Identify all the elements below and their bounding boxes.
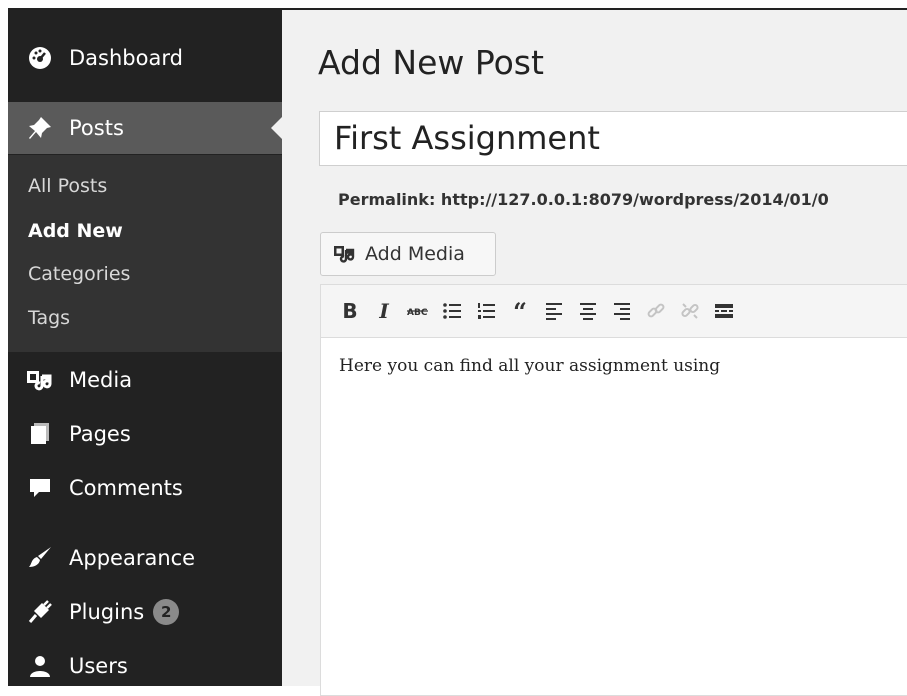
menu-comments-label: Comments <box>69 476 183 500</box>
menu-appearance[interactable]: Appearance <box>8 532 282 584</box>
submenu-add-new[interactable]: Add New <box>28 220 123 242</box>
submenu-all-posts[interactable]: All Posts <box>28 175 107 197</box>
add-media-label: Add Media <box>365 243 465 265</box>
align-center-icon[interactable] <box>571 294 605 328</box>
bold-icon[interactable]: B <box>333 294 367 328</box>
link-icon[interactable] <box>639 294 673 328</box>
blockquote-icon[interactable]: “ <box>503 294 537 328</box>
permalink-label: Permalink: <box>338 190 436 209</box>
editor-text: Here you can find all your assignment us… <box>339 356 721 376</box>
menu-dashboard[interactable]: Dashboard <box>8 32 282 84</box>
menu-posts[interactable]: Posts <box>8 102 283 154</box>
permalink-row: Permalink: http://127.0.0.1:8079/wordpre… <box>338 190 829 209</box>
italic-icon[interactable]: I <box>367 294 401 328</box>
media-icon <box>25 365 55 395</box>
numbered-list-icon[interactable] <box>469 294 503 328</box>
menu-plugins-label: Plugins <box>69 600 145 624</box>
menu-users[interactable]: Users <box>8 640 282 692</box>
menu-dashboard-label: Dashboard <box>69 46 183 70</box>
user-icon <box>25 651 55 681</box>
post-title-input[interactable]: First Assignment <box>319 111 907 166</box>
unlink-icon[interactable] <box>673 294 707 328</box>
read-more-icon[interactable] <box>707 294 741 328</box>
menu-posts-label: Posts <box>69 116 124 140</box>
main-content: Add New Post First Assignment Permalink:… <box>282 10 907 696</box>
align-right-icon[interactable] <box>605 294 639 328</box>
plugins-update-badge: 2 <box>153 599 180 625</box>
strikethrough-icon[interactable]: ABC <box>401 294 435 328</box>
add-media-button[interactable]: Add Media <box>320 232 496 276</box>
pages-icon <box>25 419 55 449</box>
pushpin-icon <box>25 113 55 143</box>
editor-content-area[interactable]: Here you can find all your assignment us… <box>320 338 907 696</box>
permalink-url[interactable]: http://127.0.0.1:8079/wordpress/2014/01/… <box>441 190 829 209</box>
page-title: Add New Post <box>318 43 544 82</box>
editor-toolbar: B I ABC “ <box>320 284 907 338</box>
paintbrush-icon <box>25 543 55 573</box>
menu-pages[interactable]: Pages <box>8 408 282 460</box>
menu-media-label: Media <box>69 368 133 392</box>
submenu-categories[interactable]: Categories <box>28 263 130 285</box>
admin-sidebar: Dashboard Posts All Posts Add New Catego… <box>8 8 283 686</box>
menu-media[interactable]: Media <box>8 354 282 406</box>
menu-comments[interactable]: Comments <box>8 462 282 514</box>
menu-appearance-label: Appearance <box>69 546 196 570</box>
dashboard-icon <box>25 43 55 73</box>
comment-bubble-icon <box>25 473 55 503</box>
submenu-tags[interactable]: Tags <box>28 307 70 329</box>
svg-text:ABC: ABC <box>407 308 428 317</box>
menu-plugins[interactable]: Plugins 2 <box>8 586 282 638</box>
media-icon <box>333 244 357 264</box>
menu-pages-label: Pages <box>69 422 131 446</box>
bullet-list-icon[interactable] <box>435 294 469 328</box>
posts-submenu: All Posts Add New Categories Tags <box>8 155 282 352</box>
align-left-icon[interactable] <box>537 294 571 328</box>
plug-icon <box>25 597 55 627</box>
menu-users-label: Users <box>69 654 128 678</box>
